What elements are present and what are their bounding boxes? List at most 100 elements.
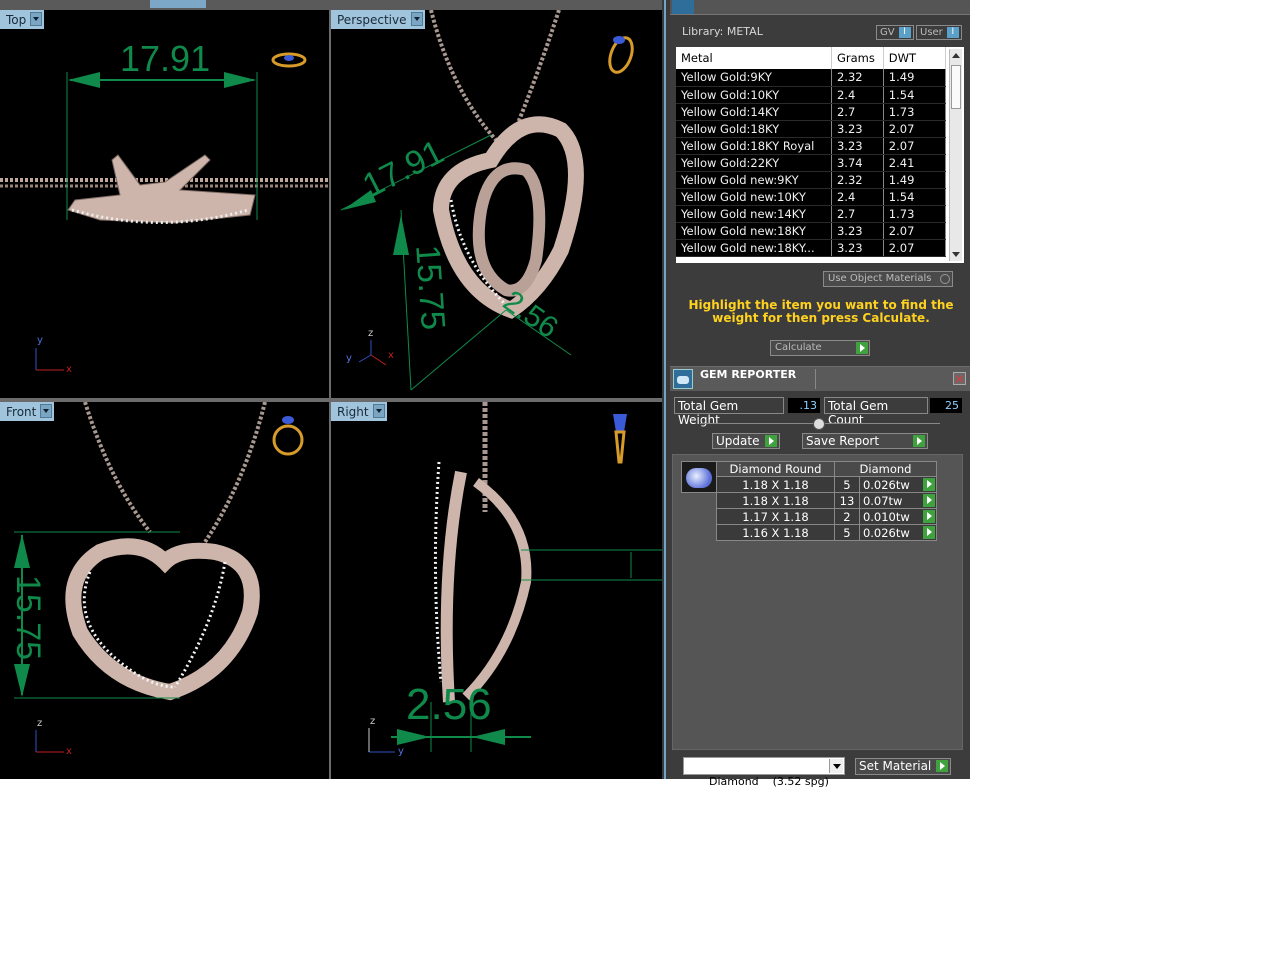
column-header-grams[interactable]: Grams [831, 47, 884, 69]
gem-table-row[interactable]: 1.16 X 1.18 5 0.026tw [716, 524, 938, 541]
play-arrow-icon[interactable] [923, 526, 935, 539]
close-icon[interactable] [953, 372, 966, 385]
metal-table-row[interactable]: Yellow Gold:18KY 3.23 2.07 [676, 120, 947, 138]
gv-toggle-label: GV [880, 27, 895, 38]
play-arrow-icon[interactable] [923, 510, 935, 523]
metal-table-row[interactable]: Yellow Gold new:14KY 2.7 1.73 [676, 205, 947, 223]
grams-cell: 2.32 [831, 69, 884, 87]
metal-name-cell: Yellow Gold new:18KY... [676, 239, 832, 257]
chevron-down-icon[interactable] [40, 404, 53, 418]
grams-cell: 2.32 [831, 171, 884, 189]
gem-weight-value: 0.010tw [862, 509, 910, 524]
collapse-toggle-knob[interactable] [813, 418, 825, 430]
metal-table-row[interactable]: Yellow Gold:10KY 2.4 1.54 [676, 86, 947, 104]
metal-name-cell: Yellow Gold:14KY [676, 103, 832, 121]
gem-reporter-title: GEM REPORTER [700, 368, 797, 381]
metal-table-scrollbar[interactable] [949, 49, 962, 261]
gem-table-header: Diamond Round Diamond [716, 461, 937, 477]
viewport-top[interactable]: 17.91 x y Top [0, 10, 329, 398]
gem-reporter-panel: GEM REPORTER Total Gem Weight .13 Total … [670, 367, 970, 788]
chevron-down-icon[interactable] [829, 759, 843, 773]
axis-x-label: x [388, 350, 394, 361]
right-view-render [368, 402, 662, 753]
grams-cell: 2.4 [831, 188, 884, 206]
radio-icon[interactable] [940, 274, 950, 284]
gem-size-cell: 1.17 X 1.18 [716, 508, 835, 525]
set-material-button[interactable]: Set Material [855, 758, 951, 775]
metal-panel-icon [672, 0, 694, 14]
user-toggle-label: User [920, 27, 943, 38]
viewport-splitter-highlight [664, 0, 666, 779]
metal-table-row[interactable]: Yellow Gold new:18KY... 3.23 2.07 [676, 239, 947, 257]
user-toggle[interactable]: User I [916, 25, 962, 40]
toolbar-tab-fragment[interactable] [150, 0, 206, 8]
viewport-tab-perspective[interactable]: Perspective [331, 10, 425, 29]
chevron-down-icon[interactable] [410, 12, 423, 26]
gem-table-row[interactable]: 1.18 X 1.18 5 0.026tw [716, 476, 938, 493]
metal-table-row[interactable]: Yellow Gold:9KY 2.32 1.49 [676, 69, 947, 87]
viewport-tab-front[interactable]: Front [0, 402, 55, 421]
perspective-dim-b: 15.75 [408, 243, 452, 332]
column-header-metal[interactable]: Metal [676, 47, 832, 69]
axis-y-label: y [398, 746, 404, 757]
metal-name-cell: Yellow Gold:22KY [676, 154, 832, 172]
diamond-round-icon[interactable] [681, 461, 717, 493]
gem-count-cell: 5 [834, 476, 860, 493]
metal-name-cell: Yellow Gold:18KY Royal [676, 137, 832, 155]
play-arrow-icon[interactable] [923, 494, 935, 507]
viewport-tab-right[interactable]: Right [331, 402, 387, 421]
gv-toggle[interactable]: GV I [876, 25, 914, 40]
perspective-view-render [340, 10, 634, 391]
update-label: Update [716, 434, 760, 448]
viewport-perspective[interactable]: 17.91 15.75 2.56 x y z Perspective [331, 10, 662, 398]
gem-count-cell: 13 [834, 492, 860, 509]
use-object-materials-button[interactable]: Use Object Materials [823, 271, 953, 287]
metal-table-row[interactable]: Yellow Gold:14KY 2.7 1.73 [676, 103, 947, 121]
scroll-thumb[interactable] [951, 65, 961, 109]
gem-table-row[interactable]: 1.18 X 1.18 13 0.07tw [716, 492, 938, 509]
grams-cell: 3.23 [831, 120, 884, 138]
metal-table-row[interactable]: Yellow Gold:22KY 3.74 2.41 [676, 154, 947, 172]
metal-table-row[interactable]: Yellow Gold new:18KY 3.23 2.07 [676, 222, 947, 240]
column-header-dwt[interactable]: DWT [883, 47, 947, 69]
gem-table[interactable]: Diamond Round Diamond 1.18 X 1.18 5 0.026t… [716, 461, 938, 541]
axis-x-label: x [66, 364, 72, 375]
save-report-button[interactable]: Save Report [802, 433, 928, 449]
dwt-cell: 1.73 [883, 103, 947, 121]
set-material-label: Set Material [859, 759, 932, 773]
chevron-down-icon[interactable] [30, 12, 43, 26]
gem-size-cell: 1.18 X 1.18 [716, 476, 835, 493]
gem-weight-value: 0.07tw [862, 493, 903, 508]
metal-table-row[interactable]: Yellow Gold new:9KY 2.32 1.49 [676, 171, 947, 189]
gem-weight-value: 0.026tw [862, 525, 910, 540]
metal-table-row[interactable]: Yellow Gold new:10KY 2.4 1.54 [676, 188, 947, 206]
metal-name-cell: Yellow Gold:10KY [676, 86, 832, 104]
metal-weight-panel: Library: METAL GV I User I Metal Grams DWT… [670, 0, 970, 366]
play-arrow-icon [765, 435, 777, 447]
viewport-front[interactable]: 15.75 x z Front [0, 402, 329, 779]
grams-cell: 3.23 [831, 239, 884, 257]
metal-name-cell: Yellow Gold new:18KY [676, 222, 832, 240]
gem-weight-cell: 0.026tw [858, 524, 938, 541]
dwt-cell: 2.41 [883, 154, 947, 172]
viewport-tab-top[interactable]: Top [0, 10, 45, 29]
metal-table[interactable]: Metal Grams DWT Yellow Gold:9KY 2.32 1.49 Y… [676, 47, 964, 263]
viewport-right[interactable]: 2.56 y z Right [331, 402, 662, 779]
play-arrow-icon[interactable] [923, 478, 935, 491]
material-select[interactable]: Diamond (3.52 spg) [683, 757, 845, 788]
dwt-cell: 2.07 [883, 137, 947, 155]
calculate-button[interactable]: Calculate [770, 340, 870, 356]
scroll-up-arrow-icon[interactable] [952, 53, 960, 58]
app-window: 17.91 x y Top 17.91 15.75 2.56 x y z Per… [0, 0, 970, 788]
chevron-down-icon[interactable] [372, 404, 385, 418]
scroll-down-arrow-icon[interactable] [952, 252, 960, 257]
dwt-cell: 1.73 [883, 205, 947, 223]
metal-name-cell: Yellow Gold new:14KY [676, 205, 832, 223]
metal-table-row[interactable]: Yellow Gold:18KY Royal 3.23 2.07 [676, 137, 947, 155]
gem-table-row[interactable]: 1.17 X 1.18 2 0.010tw [716, 508, 938, 525]
metal-name-cell: Yellow Gold:18KY [676, 120, 832, 138]
grams-cell: 2.7 [831, 103, 884, 121]
update-button[interactable]: Update [712, 433, 780, 449]
dwt-cell: 1.54 [883, 86, 947, 104]
dwt-cell: 2.07 [883, 120, 947, 138]
